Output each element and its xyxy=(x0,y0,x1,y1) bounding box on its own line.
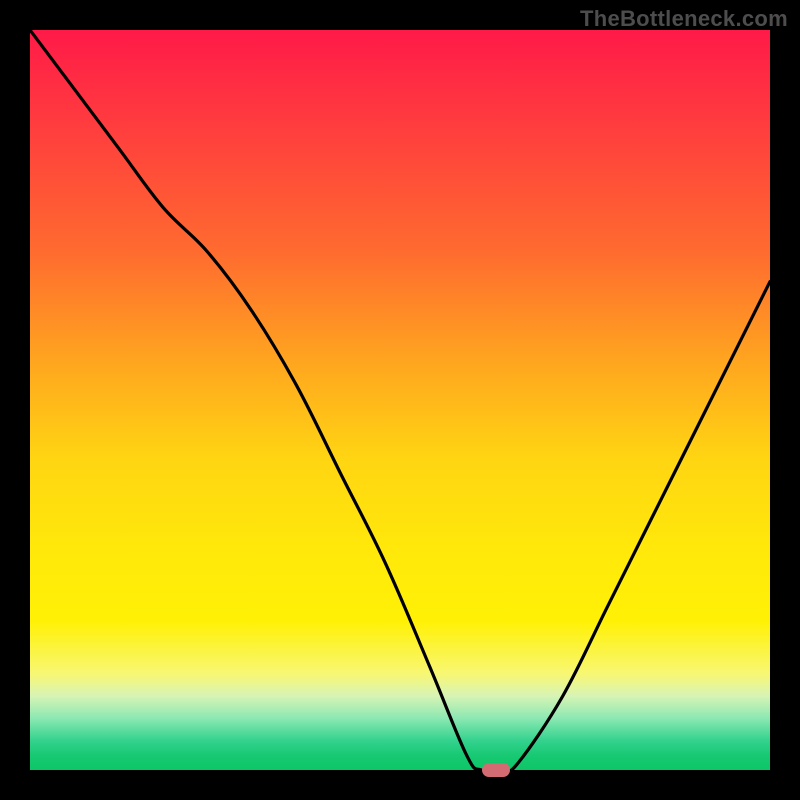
optimal-marker xyxy=(482,763,510,777)
plot-area xyxy=(30,30,770,770)
chart-frame: TheBottleneck.com xyxy=(0,0,800,800)
bottleneck-curve xyxy=(30,30,770,770)
watermark-label: TheBottleneck.com xyxy=(580,6,788,32)
